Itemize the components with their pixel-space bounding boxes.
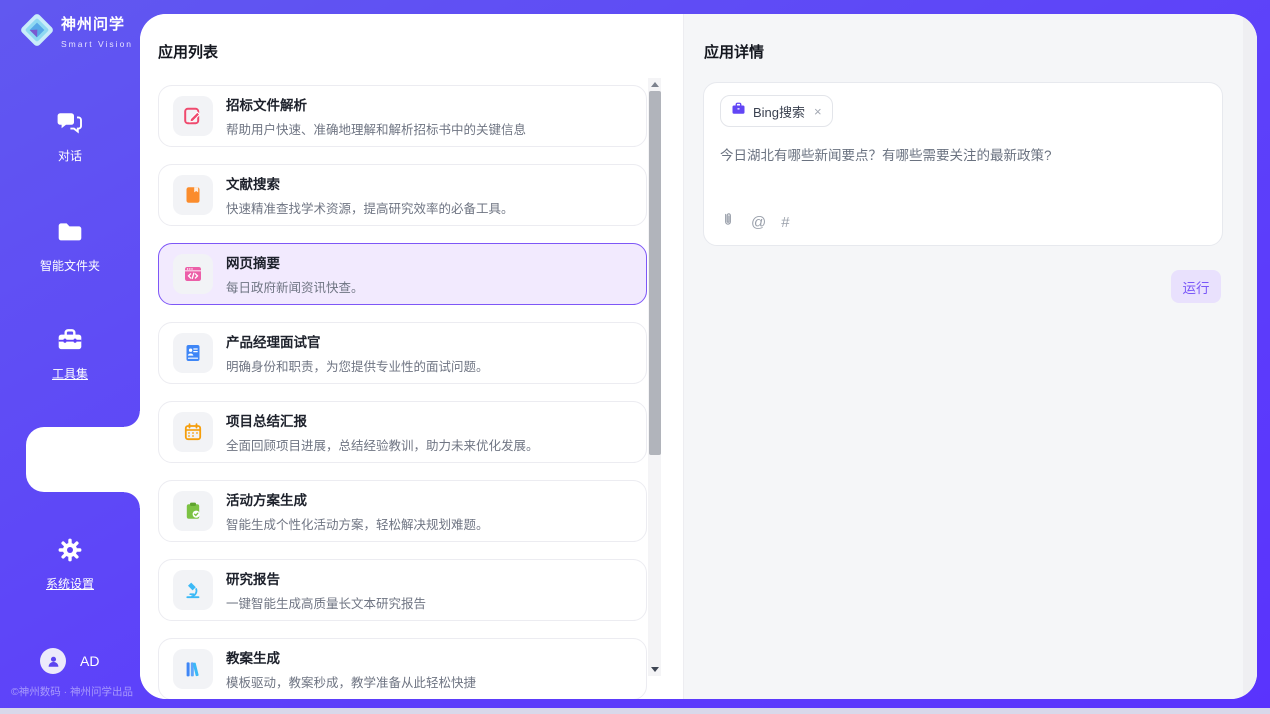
hash-icon[interactable]: # xyxy=(781,214,789,231)
doc-pen-icon xyxy=(173,96,213,136)
app-name: 文献搜索 xyxy=(226,177,280,192)
sidebar-item-smart-folders[interactable]: 智能文件夹 xyxy=(0,218,140,274)
sidebar-item-chat[interactable]: 对话 xyxy=(0,108,140,164)
user-name: AD xyxy=(80,653,99,669)
app-desc: 模板驱动，教案秒成，教学准备从此轻松快捷 xyxy=(226,672,476,691)
app-desc: 帮助用户快速、准确地理解和解析招标书中的关键信息 xyxy=(226,119,526,138)
app-name: 产品经理面试官 xyxy=(226,335,321,350)
mention-icon[interactable]: @ xyxy=(751,214,766,231)
browser-code-icon xyxy=(173,254,213,294)
scrollbar-up-arrow[interactable] xyxy=(648,78,661,91)
books-icon xyxy=(173,649,213,689)
app-card-project-summary[interactable]: 项目总结汇报 全面回顾项目进展，总结经验教训，助力未来优化发展。 xyxy=(158,401,647,463)
avatar[interactable] xyxy=(40,648,66,674)
app-desc: 全面回顾项目进展，总结经验教训，助力未来优化发展。 xyxy=(226,435,539,454)
app-detail-title: 应用详情 xyxy=(704,41,764,62)
query-input[interactable]: 今日湖北有哪些新闻要点？有哪些需要关注的最新政策? xyxy=(720,146,1206,166)
detail-scrollbar-track[interactable] xyxy=(1243,14,1257,699)
resume-icon xyxy=(173,333,213,373)
scrollbar-thumb[interactable] xyxy=(649,91,661,455)
app-name: 教案生成 xyxy=(226,651,280,666)
brand-logo-icon xyxy=(18,11,56,54)
app-desc: 每日政府新闻资讯快查。 xyxy=(226,277,364,296)
app-name: 活动方案生成 xyxy=(226,493,307,508)
clipboard-check-icon xyxy=(173,491,213,531)
app-name: 项目总结汇报 xyxy=(226,414,307,429)
app-detail-panel: 应用详情 Bing搜索 × 今日湖北有哪些新闻要点？有哪些需要关注的最新政策? xyxy=(683,14,1257,699)
sidebar-item-label: 工具集 xyxy=(0,365,140,382)
app-card-web-summary[interactable]: 网页摘要 每日政府新闻资讯快查。 xyxy=(158,243,647,305)
composer-toolbar: @ # xyxy=(720,211,790,233)
tab-fillet-top xyxy=(124,411,140,427)
app-card-lesson-plan[interactable]: 教案生成 模板驱动，教案秒成，教学准备从此轻松快捷 xyxy=(158,638,647,699)
microscope-icon xyxy=(173,570,213,610)
app-name: 研究报告 xyxy=(226,572,280,587)
app-desc: 智能生成个性化活动方案，轻松解决规划难题。 xyxy=(226,514,489,533)
paperclip-icon[interactable] xyxy=(720,211,736,233)
gear-icon xyxy=(56,551,84,568)
app-list-scrollbar[interactable] xyxy=(648,78,661,676)
sidebar: 神州问学 Smart Vision 对话 智能文件夹 xyxy=(0,0,140,708)
person-icon xyxy=(46,654,61,669)
sidebar-item-label: 智能文件夹 xyxy=(0,257,140,274)
scrollbar-down-arrow[interactable] xyxy=(648,663,661,676)
app-desc: 快速精准查找学术资源，提高研究效率的必备工具。 xyxy=(226,198,514,217)
tool-chip-label: Bing搜索 xyxy=(753,102,805,121)
brand-subtitle: Smart Vision xyxy=(61,39,133,49)
run-button[interactable]: 运行 xyxy=(1171,270,1221,303)
app-window: 神州问学 Smart Vision 对话 智能文件夹 xyxy=(0,0,1270,714)
brand-name: 神州问学 xyxy=(61,16,125,33)
toolbox-icon xyxy=(56,341,84,358)
query-composer[interactable]: Bing搜索 × 今日湖北有哪些新闻要点？有哪些需要关注的最新政策? @ # xyxy=(703,82,1223,246)
calendar-icon xyxy=(173,412,213,452)
chip-close-icon[interactable]: × xyxy=(814,104,822,119)
briefcase-icon xyxy=(731,101,746,121)
sidebar-item-settings[interactable]: 系统设置 xyxy=(0,536,140,592)
sidebar-item-toolset[interactable]: 工具集 xyxy=(0,326,140,382)
app-card-event-plan[interactable]: 活动方案生成 智能生成个性化活动方案，轻松解决规划难题。 xyxy=(158,480,647,542)
sidebar-item-label: 系统设置 xyxy=(0,575,140,592)
app-desc: 一键智能生成高质量长文本研究报告 xyxy=(226,593,426,612)
folder-icon xyxy=(56,233,84,250)
user-profile[interactable]: AD xyxy=(40,648,99,674)
chat-icon xyxy=(56,123,84,140)
app-name: 网页摘要 xyxy=(226,256,280,271)
sidebar-footer: ©神州数码 · 神州问学出品 xyxy=(4,684,140,699)
content-area: 应用列表 招标文件解析 帮助用户快速、准确地理解和解析招标书中的关键信息 xyxy=(140,14,1257,699)
app-card-bid-doc-parse[interactable]: 招标文件解析 帮助用户快速、准确地理解和解析招标书中的关键信息 xyxy=(158,85,647,147)
tool-chip-bing-search[interactable]: Bing搜索 × xyxy=(720,95,833,127)
book-icon xyxy=(173,175,213,215)
brand: 神州问学 Smart Vision xyxy=(18,11,140,54)
app-list-title: 应用列表 xyxy=(158,41,218,62)
app-card-literature-search[interactable]: 文献搜索 快速精准查找学术资源，提高研究效率的必备工具。 xyxy=(158,164,647,226)
active-tab-bump xyxy=(26,427,140,492)
app-name: 招标文件解析 xyxy=(226,98,307,113)
sidebar-item-label: 对话 xyxy=(0,147,140,164)
brand-text: 神州问学 Smart Vision xyxy=(61,13,140,52)
tab-fillet-bottom xyxy=(124,492,140,508)
app-list-panel: 应用列表 招标文件解析 帮助用户快速、准确地理解和解析招标书中的关键信息 xyxy=(140,14,683,699)
app-card-research-report[interactable]: 研究报告 一键智能生成高质量长文本研究报告 xyxy=(158,559,647,621)
app-card-pm-interviewer[interactable]: 产品经理面试官 明确身份和职责，为您提供专业性的面试问题。 xyxy=(158,322,647,384)
app-desc: 明确身份和职责，为您提供专业性的面试问题。 xyxy=(226,356,489,375)
